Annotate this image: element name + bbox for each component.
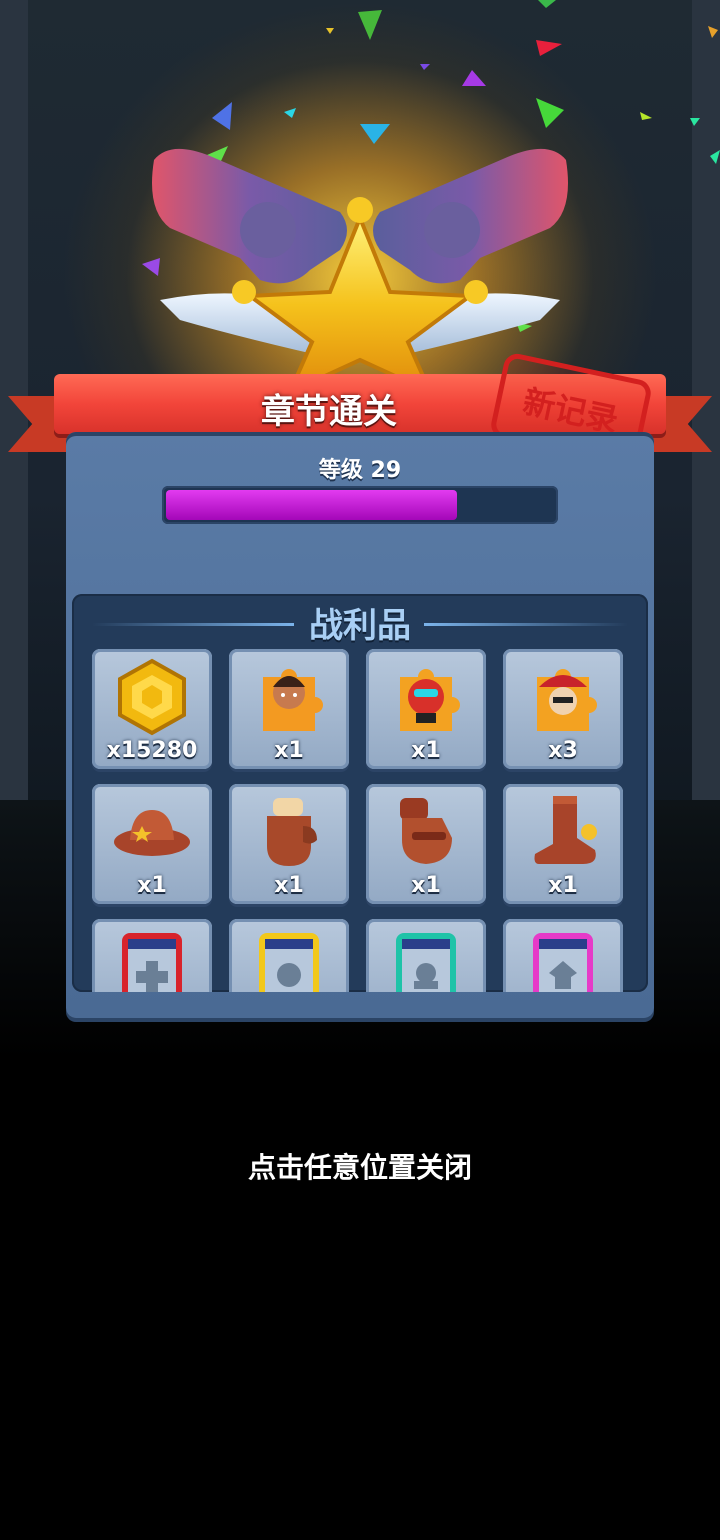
loot-item[interactable]: x1	[366, 784, 486, 904]
banner-title: 章节通关	[261, 392, 397, 432]
loot-item[interactable]: x1	[503, 784, 623, 904]
loot-item-quantity: x1	[411, 738, 441, 763]
loot-item-quantity: x3	[548, 738, 578, 763]
loot-title-line-right	[424, 623, 628, 626]
loot-item-quantity: x15280	[106, 738, 198, 763]
loot-item[interactable]	[229, 919, 349, 992]
loot-section: 战利品 x15280 x1 x1 x3 x1 x1 x1 x1	[72, 594, 648, 992]
loot-item-quantity: x1	[274, 873, 304, 898]
leather-glove-icon	[249, 792, 329, 872]
loot-item[interactable]	[503, 919, 623, 992]
gold-hex-coin-icon	[112, 657, 192, 737]
loot-item[interactable]: x1	[229, 649, 349, 769]
loot-item-quantity: x1	[274, 738, 304, 763]
robot-hero-puzzle-icon	[386, 657, 466, 737]
loot-item[interactable]	[92, 919, 212, 992]
xp-progress-fill	[166, 490, 457, 520]
level-label: 等级 29	[318, 458, 402, 483]
cowboy-hat-icon	[112, 792, 192, 872]
brown-gauntlet-icon	[386, 792, 466, 872]
tap-to-close-hint[interactable]: 点击任意位置关闭	[0, 1146, 720, 1186]
loot-item[interactable]: x1	[229, 784, 349, 904]
cowboy-boot-icon	[523, 792, 603, 872]
loot-item[interactable]: x1	[92, 784, 212, 904]
xp-progress-bar	[162, 486, 558, 524]
loot-item-quantity: x1	[137, 873, 167, 898]
loot-item[interactable]: x1	[366, 649, 486, 769]
red-scroll-card-icon	[112, 927, 192, 992]
hero-girl-puzzle-icon	[249, 657, 329, 737]
loot-item-quantity: x1	[411, 873, 441, 898]
loot-item[interactable]: x3	[503, 649, 623, 769]
loot-item[interactable]: x15280	[92, 649, 212, 769]
pink-scroll-card-icon	[523, 927, 603, 992]
yellow-scroll-card-icon	[249, 927, 329, 992]
loot-item[interactable]	[366, 919, 486, 992]
teal-scroll-card-icon	[386, 927, 466, 992]
loot-item-quantity: x1	[548, 873, 578, 898]
hat-hero-puzzle-icon	[523, 657, 603, 737]
